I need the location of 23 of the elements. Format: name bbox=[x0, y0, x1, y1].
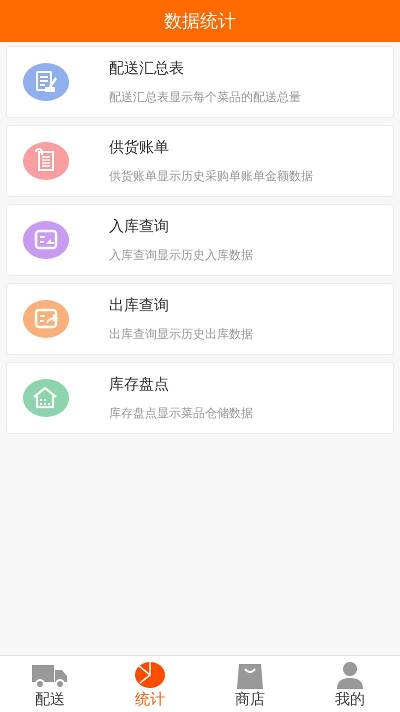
item-title: 库存盘点 bbox=[109, 374, 170, 395]
item-description: 入库查询显示历史入库数据 bbox=[109, 247, 253, 264]
item-title: 出库查询 bbox=[109, 296, 170, 316]
shopping-bag-icon bbox=[236, 663, 264, 689]
tab-item[interactable]: 商店 bbox=[200, 656, 300, 712]
tab-item[interactable]: 配送 bbox=[0, 656, 100, 712]
page-title: 数据统计 bbox=[164, 10, 236, 32]
menu-card[interactable]: 供货账单 供货账单显示历史采购单账单金额数据 bbox=[6, 125, 394, 197]
menu-card[interactable]: 出库查询 出库查询显示历史出库数据 bbox=[6, 283, 394, 355]
item-description: 供货账单显示历史采购单账单金额数据 bbox=[109, 168, 313, 186]
person-icon bbox=[336, 661, 364, 689]
menu-card[interactable]: 库存盘点 库存盘点显示菜品仓储数据 bbox=[6, 362, 394, 434]
item-description: 出库查询显示历史出库数据 bbox=[109, 326, 253, 344]
truck-icon bbox=[32, 663, 68, 689]
tab-item[interactable]: 我的 bbox=[300, 656, 400, 712]
menu-card[interactable]: 入库查询 入库查询显示历史入库数据 bbox=[6, 204, 394, 276]
menu-card[interactable]: 配送汇总表 配送汇总表显示每个菜品的配送总量 bbox=[6, 46, 394, 118]
item-title: 供货账单 bbox=[109, 138, 170, 158]
pie-chart-icon bbox=[134, 661, 166, 689]
item-description: 配送汇总表显示每个菜品的配送总量 bbox=[109, 89, 301, 106]
item-title: 入库查询 bbox=[109, 216, 170, 237]
item-title: 配送汇总表 bbox=[109, 58, 185, 79]
item-description: 库存盘点显示菜品仓储数据 bbox=[109, 405, 253, 422]
